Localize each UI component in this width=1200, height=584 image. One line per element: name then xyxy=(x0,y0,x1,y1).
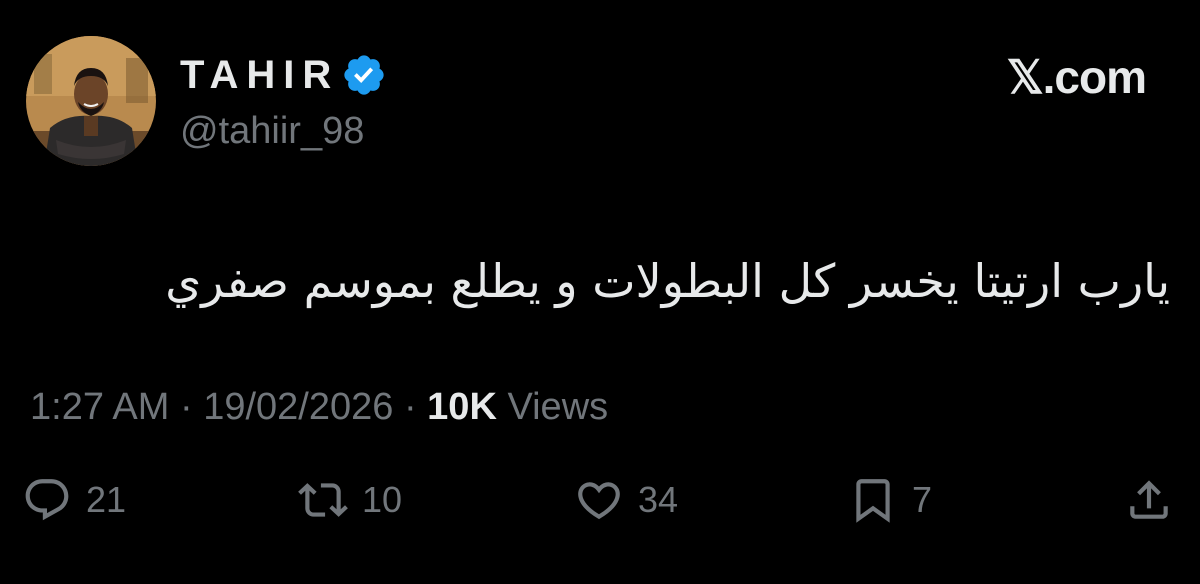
repost-button[interactable]: 10 xyxy=(298,470,402,530)
reply-icon xyxy=(22,475,72,525)
like-count: 34 xyxy=(638,479,679,520)
views-count[interactable]: 10K xyxy=(427,386,497,428)
display-name[interactable]: TAHIR xyxy=(180,50,339,100)
avatar[interactable] xyxy=(26,36,156,166)
like-button[interactable]: 34 xyxy=(574,470,678,530)
meta-separator: · xyxy=(403,386,417,428)
repost-icon xyxy=(298,475,348,525)
reply-button[interactable]: 21 xyxy=(22,470,126,530)
site-label: 𝕏.com xyxy=(1006,51,1147,103)
heart-icon xyxy=(574,475,624,525)
share-icon xyxy=(1124,475,1174,525)
author-name-row: TAHIR xyxy=(180,50,387,100)
tweet-time[interactable]: 1:27 AM xyxy=(30,386,169,428)
views-label: Views xyxy=(507,386,609,428)
meta-separator: · xyxy=(179,386,193,428)
repost-count: 10 xyxy=(362,479,403,520)
tweet-date[interactable]: 19/02/2026 xyxy=(203,386,393,428)
bookmark-count: 7 xyxy=(912,479,933,520)
action-bar: 21 10 34 7 xyxy=(0,470,1200,530)
avatar-photo xyxy=(26,36,156,166)
tweet-card: TAHIR @tahiir_98 𝕏.com يارب ارتيتا يخسر … xyxy=(0,0,1200,584)
verified-badge-icon[interactable] xyxy=(341,52,387,98)
share-button[interactable] xyxy=(1124,470,1174,530)
bookmark-button[interactable]: 7 xyxy=(848,470,932,530)
bookmark-icon xyxy=(848,475,898,525)
tweet-text: يارب ارتيتا يخسر كل البطولات و يطلع بموس… xyxy=(165,254,1170,308)
reply-count: 21 xyxy=(86,479,127,520)
tweet-meta: 1:27 AM · 19/02/2026 · 10K Views xyxy=(30,384,608,430)
author-handle[interactable]: @tahiir_98 xyxy=(180,108,364,154)
